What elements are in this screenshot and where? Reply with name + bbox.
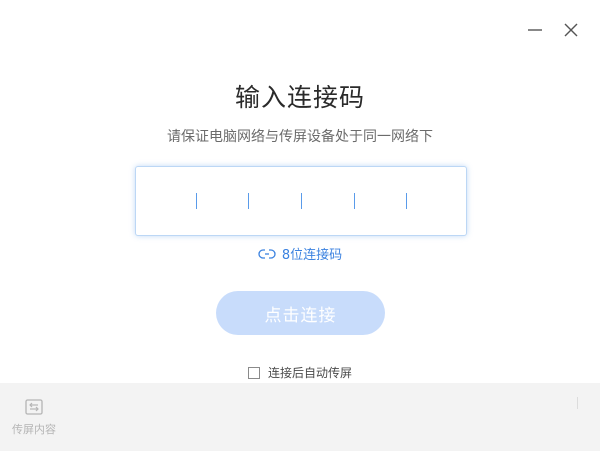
code-slot-5[interactable] xyxy=(406,193,407,209)
cast-content-button[interactable]: 传屏内容 xyxy=(6,397,62,437)
minimize-icon xyxy=(528,29,542,31)
code-slot-4[interactable] xyxy=(354,193,355,209)
page-subtitle: 请保证电脑网络与传屏设备处于同一网络下 xyxy=(167,129,433,145)
close-icon xyxy=(564,23,578,37)
connect-button[interactable]: 点击连接 xyxy=(216,291,385,335)
minimize-button[interactable] xyxy=(521,16,549,44)
auto-cast-label: 连接后自动传屏 xyxy=(267,366,352,380)
code-slot-1[interactable] xyxy=(196,193,197,209)
screen-cast-icon xyxy=(25,399,43,415)
page-title: 输入连接码 xyxy=(234,83,365,112)
close-button[interactable] xyxy=(557,16,585,44)
auto-cast-checkbox[interactable] xyxy=(247,366,260,379)
connection-code-input[interactable] xyxy=(135,166,467,236)
cast-content-label: 传屏内容 xyxy=(12,423,56,436)
scrollbar-hint xyxy=(577,397,578,409)
bottom-bar: 传屏内容 xyxy=(0,383,600,451)
auto-cast-option[interactable]: 连接后自动传屏 xyxy=(0,364,600,381)
code-slot-3[interactable] xyxy=(301,193,302,209)
switch-8-digit-code-link[interactable]: 8位连接码 xyxy=(0,244,600,263)
switch-link-label: 8位连接码 xyxy=(281,248,343,263)
connect-code-window: 输入连接码 请保证电脑网络与传屏设备处于同一网络下 8位连接码 点击连接 连接后… xyxy=(0,0,600,451)
switch-icon xyxy=(258,248,276,260)
code-slot-2[interactable] xyxy=(248,193,249,209)
